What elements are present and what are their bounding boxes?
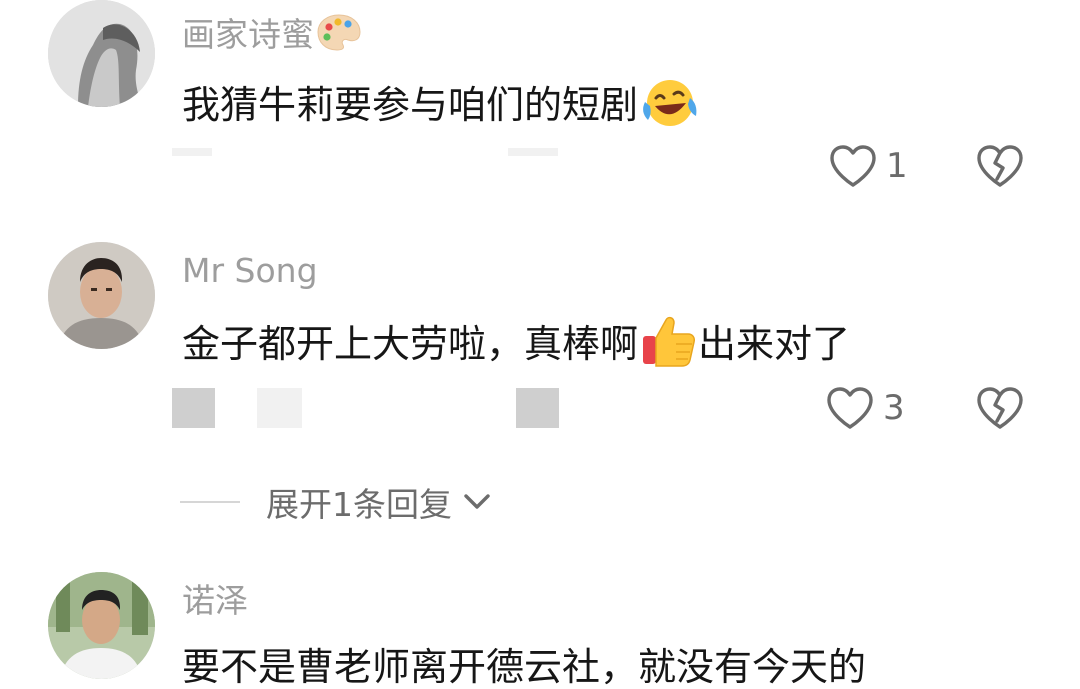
redacted-block <box>257 388 302 428</box>
comment-text: 我猜牛莉要参与咱们的短剧 <box>182 76 698 134</box>
comment-text: 金子都开上大劳啦，真棒啊 出来对了 <box>182 314 850 374</box>
expand-replies-button[interactable]: 展开1条回复 <box>180 478 492 526</box>
divider-line <box>180 501 240 503</box>
comment-item: 诺泽 要不是曹老师离开德云社，就没有今天的 <box>0 572 1080 686</box>
comment-item: Mr Song 金子都开上大劳啦，真棒啊 出来对了 3 <box>0 240 1080 470</box>
username-text: Mr Song <box>182 251 318 290</box>
avatar[interactable] <box>48 242 155 349</box>
dislike-button[interactable] <box>975 385 1025 435</box>
redacted-block <box>172 148 212 156</box>
username-text: 诺泽 <box>182 581 248 620</box>
heart-outline-icon <box>827 387 873 429</box>
thumbs-up-emoji-icon <box>640 314 696 374</box>
expand-replies-label: 展开1条回复 <box>266 485 452 524</box>
redacted-block <box>516 388 559 428</box>
redacted-block <box>508 148 558 156</box>
broken-heart-icon <box>977 387 1023 429</box>
username[interactable]: Mr Song <box>182 254 318 287</box>
comment-text-tail: 出来对了 <box>698 322 851 366</box>
comment-item: 画家诗蜜 我猜牛莉要参与咱们的短剧 1 <box>0 0 1080 230</box>
avatar[interactable] <box>48 572 155 679</box>
broken-heart-icon <box>977 145 1023 187</box>
like-button[interactable]: 1 <box>828 143 908 189</box>
heart-outline-icon <box>830 145 876 187</box>
like-count: 1 <box>886 146 908 186</box>
comment-text-body: 金子都开上大劳啦，真棒啊 <box>182 322 639 366</box>
username[interactable]: 诺泽 <box>182 584 248 617</box>
dislike-button[interactable] <box>975 143 1025 193</box>
username[interactable]: 画家诗蜜 <box>182 12 362 57</box>
chevron-down-icon <box>464 494 490 509</box>
comment-text-body: 要不是曹老师离开德云社，就没有今天的 <box>182 645 867 689</box>
comment-text-body: 我猜牛莉要参与咱们的短剧 <box>182 83 639 127</box>
avatar[interactable] <box>48 0 155 107</box>
like-button[interactable]: 3 <box>825 385 905 431</box>
redacted-block <box>172 388 215 428</box>
like-count: 3 <box>883 388 905 428</box>
username-text: 画家诗蜜 <box>182 15 314 54</box>
comment-text: 要不是曹老师离开德云社，就没有今天的 <box>182 648 866 686</box>
laughing-crying-emoji-icon <box>640 76 698 134</box>
palette-icon <box>316 12 362 57</box>
